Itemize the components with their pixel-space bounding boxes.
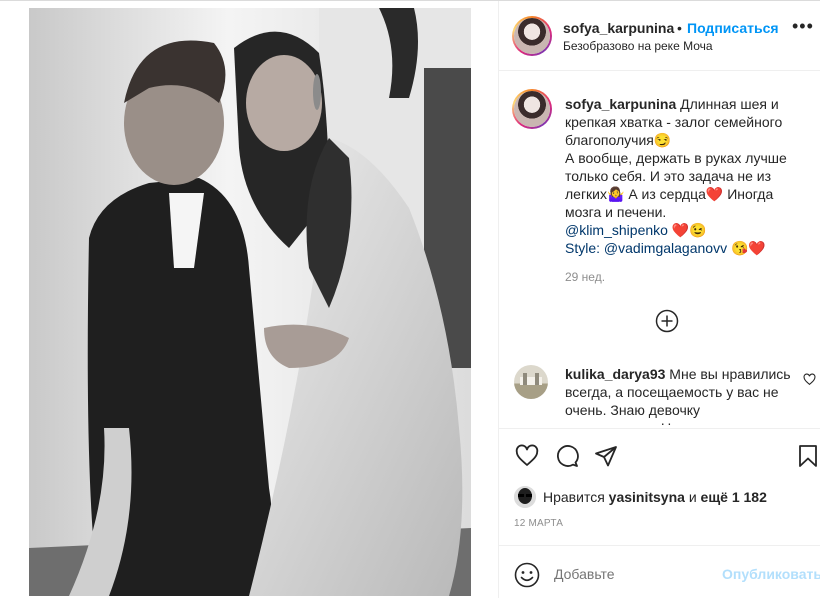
caption-line: Длинная шея и <box>680 96 779 112</box>
caption-emoji: 😘❤️ <box>727 240 766 256</box>
smiley-icon[interactable] <box>514 562 540 588</box>
caption-time[interactable]: 29 нед. <box>565 270 605 284</box>
post-container: sofya_karpunina • Подписаться Безобразов… <box>0 0 820 598</box>
comment-icon[interactable] <box>555 444 579 468</box>
caption-line: А вообще, держать в руках лучше <box>565 150 787 166</box>
liker-username[interactable]: yasinitsyna <box>609 489 685 505</box>
comment-line: всегда, а посещаемость у вас не <box>565 384 779 400</box>
comment-line: Мне вы нравились <box>669 366 791 382</box>
comment-line: очень. Знаю девочку <box>565 402 701 418</box>
more-options-button[interactable]: ••• <box>792 17 814 35</box>
caption-emoji: ❤️😉 <box>667 222 707 238</box>
caption-line: мозга и печени. <box>565 204 667 220</box>
mention-link[interactable]: @vadimgalaganovv <box>604 240 727 256</box>
comment-heart-icon[interactable] <box>803 373 816 386</box>
plus-circle-icon[interactable] <box>655 309 679 333</box>
comment-input-divider <box>499 545 820 546</box>
liker-avatar[interactable] <box>514 486 536 508</box>
pane-divider <box>498 1 499 598</box>
post-caption: sofya_karpunina Длинная шея и крепкая хв… <box>565 95 815 257</box>
actions-divider <box>499 428 820 429</box>
separator-dot: • <box>677 20 682 36</box>
post-header: sofya_karpunina • Подписаться Безобразов… <box>499 1 820 71</box>
post-photo[interactable] <box>29 8 471 596</box>
bookmark-icon[interactable] <box>796 444 820 468</box>
likes-summary: Нравится yasinitsyna и ещё 1 182 <box>543 489 767 505</box>
comment-body: kulika_darya93 Мне вы нравились всегда, … <box>565 365 805 425</box>
author-username[interactable]: sofya_karpunina <box>563 20 674 36</box>
commenter-username[interactable]: kulika_darya93 <box>565 366 665 382</box>
caption-line: благополучия😏 <box>565 132 672 148</box>
author-avatar[interactable] <box>512 16 552 56</box>
paper-plane-icon[interactable] <box>594 444 618 468</box>
caption-line: крепкая хватка - залог семейного <box>565 114 783 130</box>
add-comment-input[interactable] <box>554 566 704 582</box>
caption-line: только себя. И это задача не из <box>565 168 772 184</box>
caption-author-avatar[interactable] <box>512 89 552 129</box>
publish-button[interactable]: Опубликовать <box>722 566 820 582</box>
commenter-avatar[interactable] <box>514 365 548 399</box>
likes-middle: и <box>684 489 701 505</box>
heart-icon[interactable] <box>515 444 539 468</box>
follow-button[interactable]: Подписаться <box>687 20 779 36</box>
mention-link[interactable]: @klim_shipenko <box>565 222 668 238</box>
caption-username[interactable]: sofya_karpunina <box>565 96 676 112</box>
style-prefix: Style: <box>565 240 604 256</box>
post-location[interactable]: Безобразово на реке Моча <box>563 39 713 53</box>
likes-count-button[interactable]: ещё 1 182 <box>701 489 767 505</box>
post-date[interactable]: 12 МАРТА <box>514 518 563 529</box>
caption-line: легких🤷‍♀️ А из сердца❤️ Иногда <box>565 186 774 202</box>
photo-illustration <box>29 8 471 596</box>
comment-line: которая сидит Uм <box>565 419 805 425</box>
likes-prefix: Нравится <box>543 489 609 505</box>
